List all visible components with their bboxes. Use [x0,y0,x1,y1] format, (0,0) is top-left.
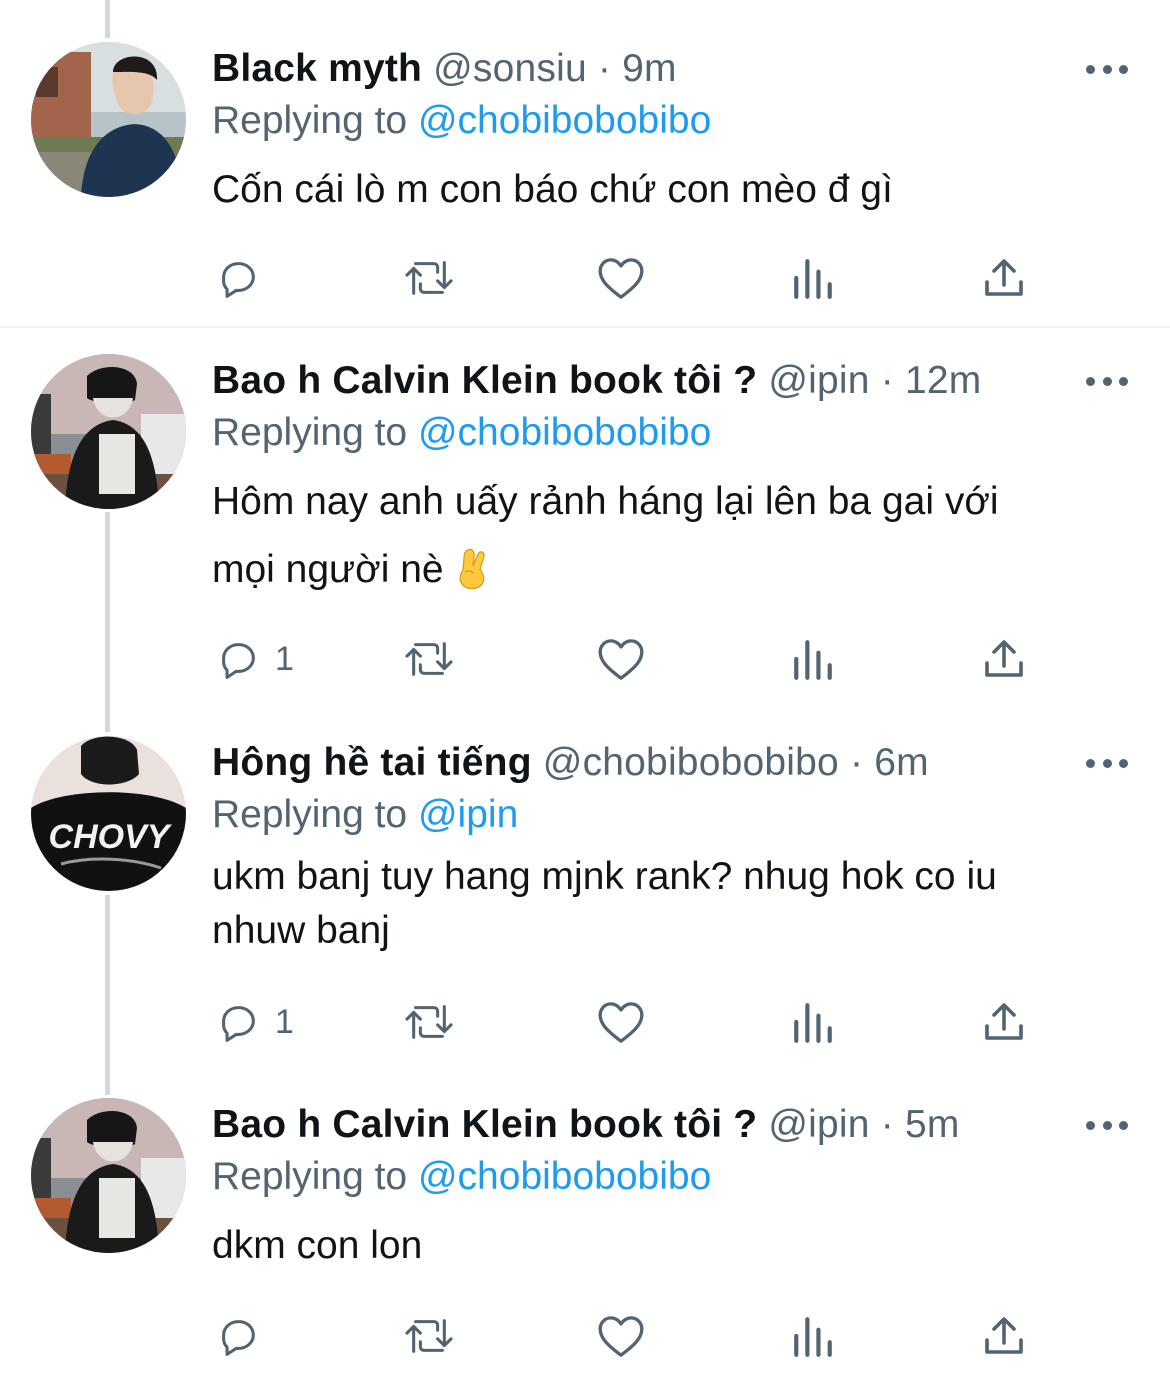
like-icon [598,258,644,299]
reply-count: 1 [275,1002,294,1041]
reply-button[interactable] [215,1311,261,1361]
replying-mention[interactable]: @chobibobobibo [418,99,711,142]
avatar[interactable] [31,354,186,509]
replying-mention[interactable]: @chobibobobibo [418,1155,711,1198]
action-bar [0,1311,1170,1361]
handle[interactable]: @chobibobobibo [543,741,839,784]
tweet[interactable]: Bao h Calvin Klein book tôi ? @ipin · 5m… [0,1088,1170,1381]
tweet[interactable]: CHOVY Hông hề tai tiếng @chobibobobibo ·… [0,723,1170,1088]
display-name[interactable]: Bao h Calvin Klein book tôi ? [212,1103,757,1146]
action-bar [0,253,1170,303]
retweet-icon [405,642,453,676]
analytics-button[interactable] [792,997,834,1047]
share-icon [985,1003,1023,1040]
more-icon[interactable] [1086,62,1128,76]
reply-icon [222,262,255,298]
like-button[interactable] [596,634,646,684]
tweet-text-line: Hôm nay anh uấy rảnh háng lại lên ba gai… [212,480,999,523]
analytics-icon [794,640,832,680]
tweet-text: ukm banj tuy hang mjnk rank? nhug hok co… [212,850,1142,958]
reply-count: 1 [275,639,294,678]
separator: · [880,359,894,402]
more-icon[interactable] [1086,1118,1128,1132]
like-button[interactable] [596,253,646,303]
tweet-text-line: Cốn cái lò m con báo chứ con mèo đ gì [212,168,893,211]
like-icon [598,1316,644,1357]
share-button[interactable] [982,634,1026,684]
timestamp[interactable]: 12m [905,359,981,402]
tweet-text-line: ukm banj tuy hang mjnk rank? nhug hok co… [212,855,997,898]
avatar[interactable] [31,42,186,197]
analytics-button[interactable] [792,634,834,684]
analytics-icon [794,1003,832,1043]
tweet-text-line: dkm con lon [212,1224,423,1267]
reply-button[interactable] [215,253,261,303]
retweet-button[interactable] [401,1311,457,1361]
share-button[interactable] [982,253,1026,303]
tweet-text-line: nhuw banj [212,909,390,952]
analytics-icon [794,259,832,299]
separator: · [597,47,612,90]
reply-icon [222,1320,255,1356]
separator: · [849,741,864,784]
retweet-button[interactable] [401,997,457,1047]
share-icon [985,1317,1023,1354]
analytics-icon [794,1317,832,1357]
analytics-button[interactable] [792,1311,834,1361]
retweet-button[interactable] [401,634,457,684]
avatar-shirt-text: CHOVY [49,818,173,856]
like-icon [598,1002,644,1043]
share-icon [985,640,1023,677]
like-button[interactable] [596,997,646,1047]
retweet-button[interactable] [401,253,457,303]
share-button[interactable] [982,1311,1026,1361]
replying-mention[interactable]: @ipin [418,793,518,836]
handle[interactable]: @sonsiu [433,47,587,90]
tweet-text: Cốn cái lò m con báo chứ con mèo đ gì [212,156,1142,224]
separator: · [880,1103,894,1146]
avatar[interactable] [31,1098,186,1253]
display-name[interactable]: Hông hề tai tiếng [212,741,532,784]
display-name[interactable]: Black myth [212,47,422,90]
reply-icon [222,643,255,679]
replying-label: Replying to [212,411,408,454]
handle[interactable]: @ipin [768,1103,869,1146]
like-icon [598,639,644,680]
action-bar: 1 [0,997,1170,1047]
replying-mention[interactable]: @chobibobobibo [418,411,711,454]
replying-label: Replying to [212,1155,408,1198]
retweet-icon [405,1319,453,1353]
timestamp[interactable]: 9m [622,47,677,90]
tweet[interactable]: Black myth @sonsiu · 9m Replying to @cho… [0,0,1170,326]
analytics-button[interactable] [792,253,834,303]
replying-label: Replying to [212,99,408,142]
tweet-text-line: mọi người nè [212,548,444,591]
tweet[interactable]: Bao h Calvin Klein book tôi ? @ipin · 12… [0,328,1170,723]
share-icon [985,259,1023,296]
retweet-icon [405,1005,453,1039]
more-icon[interactable] [1086,756,1128,770]
replying-label: Replying to [212,793,408,836]
tweet-text: Hôm nay anh uấy rảnh háng lại lên ba gai… [212,468,1142,612]
avatar[interactable]: CHOVY [31,736,186,891]
reply-icon [222,1006,255,1042]
display-name[interactable]: Bao h Calvin Klein book tôi ? [212,359,757,402]
timestamp[interactable]: 5m [905,1103,960,1146]
share-button[interactable] [982,997,1026,1047]
reply-button[interactable]: 1 [215,997,294,1047]
reply-button[interactable]: 1 [215,634,294,684]
timestamp[interactable]: 6m [874,741,929,784]
retweet-icon [405,261,453,295]
more-icon[interactable] [1086,374,1128,388]
tweet-text: dkm con lon [212,1212,1142,1280]
like-button[interactable] [596,1311,646,1361]
action-bar: 1 [0,634,1170,684]
handle[interactable]: @ipin [768,359,869,402]
crossed-fingers-emoji [454,544,490,612]
